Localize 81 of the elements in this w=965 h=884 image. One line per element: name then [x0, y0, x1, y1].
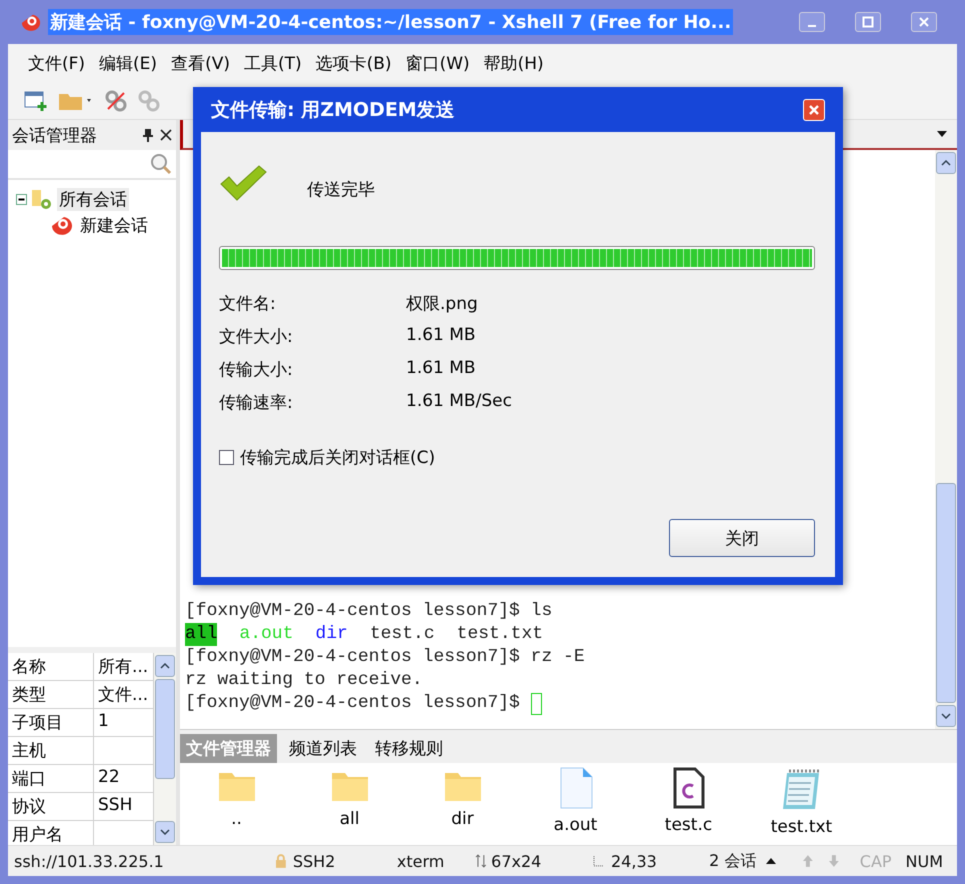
tree-item[interactable]: 新建会话: [78, 214, 150, 236]
dropdown-arrow-icon[interactable]: [937, 131, 947, 137]
close-dialog-button[interactable]: 关闭: [669, 519, 815, 557]
new-session-icon[interactable]: [24, 90, 48, 112]
dialog-title: 文件传输: 用ZMODEM发送: [211, 98, 455, 122]
scrollbar-thumb[interactable]: [155, 679, 175, 779]
cursor-position: 24,33: [610, 852, 658, 870]
field-label: 传输大小:: [219, 359, 294, 382]
field-value: 1.61 MB: [406, 358, 477, 380]
scroll-up-button[interactable]: [155, 655, 175, 677]
field-value: 1.61 MB/Sec: [406, 391, 513, 413]
window-title: 新建会话 - foxny@VM-20-4-centos:~/lesson7 - Xshell 7 (Free for Ho...: [48, 9, 734, 35]
menu-item[interactable]: 选项卡(B): [316, 52, 392, 74]
scroll-down-button[interactable]: [936, 705, 956, 727]
field-label: 文件大小:: [219, 326, 294, 349]
connection-address: ssh://101.33.225.1: [13, 852, 165, 870]
tree-item[interactable]: 所有会话: [57, 188, 129, 210]
checkbox[interactable]: [219, 450, 234, 465]
field-label: 传输速率:: [219, 392, 294, 415]
field-value: 1.61 MB: [406, 325, 477, 347]
close-icon: [918, 16, 930, 28]
terminal-size: 67x24: [490, 852, 542, 870]
caret-up-icon[interactable]: [766, 858, 776, 864]
file-name[interactable]: test.txt: [770, 817, 832, 837]
file-name[interactable]: dir: [451, 809, 474, 829]
menu-item[interactable]: 查看(V): [171, 52, 230, 74]
minimize-button[interactable]: [799, 12, 825, 32]
property-name: 子项目: [8, 709, 94, 737]
key-indicator: CAP: [860, 852, 892, 870]
menu-item[interactable]: 文件(F): [28, 52, 86, 74]
menu-item[interactable]: 工具(T): [244, 52, 302, 74]
scroll-down-button[interactable]: [155, 821, 175, 843]
chevron-up-icon: [160, 663, 170, 669]
field-label: 文件名:: [219, 293, 277, 316]
file-icon: [558, 767, 594, 809]
menu-item[interactable]: 窗口(W): [406, 52, 470, 74]
property-name: 类型: [8, 681, 94, 709]
session-count[interactable]: 2 会话: [709, 850, 756, 872]
file-name[interactable]: ..: [231, 809, 242, 829]
key-indicator: NUM: [906, 852, 944, 870]
close-icon: [808, 104, 820, 116]
property-name: 协议: [8, 793, 94, 821]
minimize-icon: [808, 25, 816, 27]
scrollbar-thumb[interactable]: [936, 483, 956, 703]
property-name: 主机: [8, 737, 94, 765]
tab[interactable]: 频道列表: [283, 734, 363, 763]
chevron-up-icon: [941, 160, 951, 166]
checkbox-label[interactable]: 传输完成后关闭对话框(C): [240, 446, 436, 469]
pin-icon[interactable]: [142, 128, 154, 142]
tab[interactable]: 转移规则: [369, 734, 449, 763]
protocol-status: SSH2: [292, 852, 336, 870]
property-name: 端口: [8, 765, 94, 793]
resize-icon: [475, 854, 488, 868]
search-icon: [150, 153, 172, 175]
scroll-up-button[interactable]: [936, 152, 956, 174]
field-value: 权限.png: [406, 293, 479, 316]
file-name[interactable]: all: [340, 809, 360, 829]
session-icon: [50, 214, 74, 236]
file-name[interactable]: a.out: [554, 815, 598, 835]
maximize-icon: [862, 16, 874, 28]
maximize-button[interactable]: [855, 12, 881, 32]
file-name[interactable]: test.c: [664, 815, 712, 835]
app-logo-icon: [20, 12, 42, 32]
chevron-down-icon: [941, 713, 951, 719]
arrow-up-icon: [802, 854, 814, 868]
c-file-icon: [672, 767, 706, 809]
close-icon[interactable]: [160, 129, 172, 141]
cursor-position-icon: [593, 855, 605, 867]
transfer-status: 传送完毕: [307, 178, 375, 200]
disconnect-icon[interactable]: [104, 88, 128, 112]
chevron-down-icon: [160, 829, 170, 835]
checkmark-icon: [219, 164, 267, 202]
terminal-type: xterm: [396, 852, 446, 870]
arrow-down-icon: [828, 854, 840, 868]
menu-item[interactable]: 帮助(H): [484, 52, 544, 74]
folder-gear-icon: [31, 188, 53, 210]
property-name: 名称: [8, 653, 94, 681]
lock-icon: [275, 854, 287, 868]
panel-title: 会话管理器: [12, 124, 98, 146]
menu-item[interactable]: 编辑(E): [99, 52, 158, 74]
collapse-icon[interactable]: [16, 194, 27, 204]
